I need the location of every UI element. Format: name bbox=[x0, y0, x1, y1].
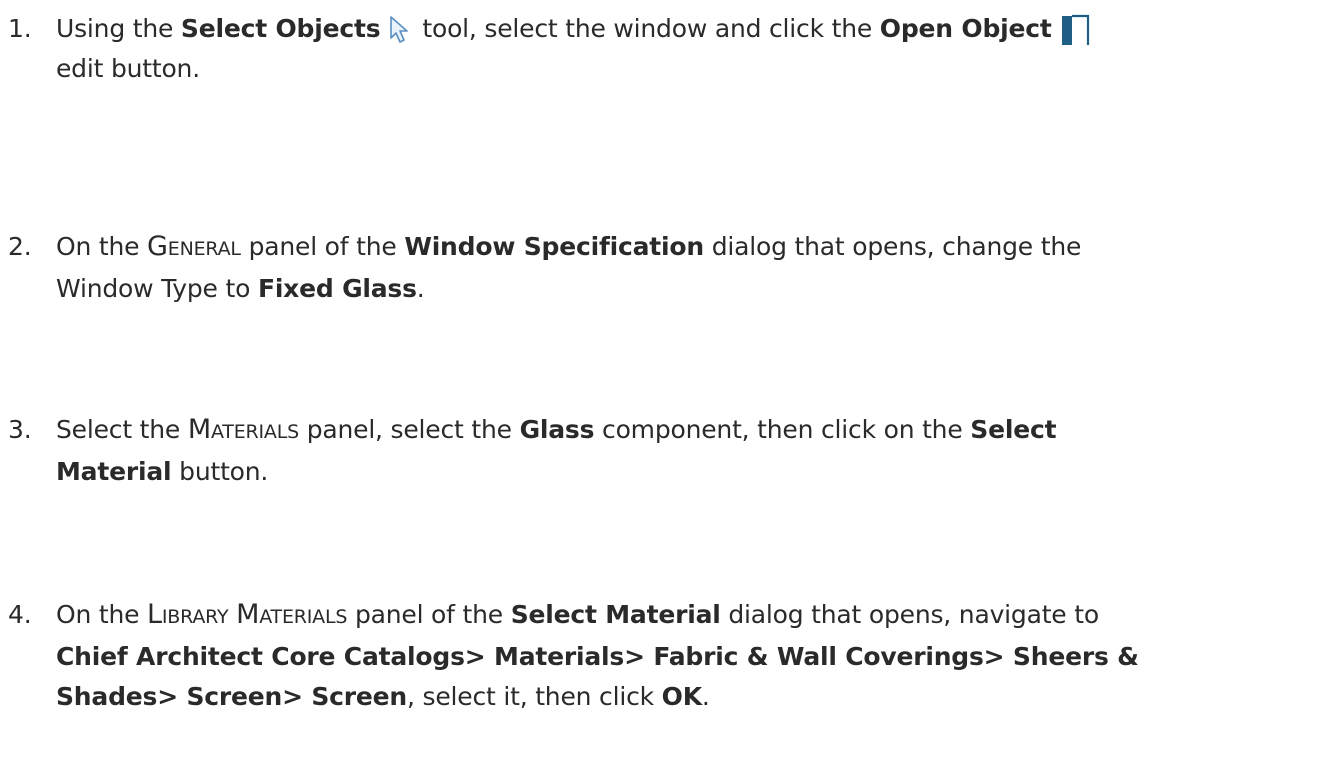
panel-name-rest: IBRARY bbox=[161, 606, 229, 628]
step-text-segment: component, then click on the bbox=[594, 415, 971, 444]
step-text-segment: On the bbox=[56, 232, 148, 261]
dialog-name: Select Material bbox=[510, 600, 721, 629]
step-number: 4. bbox=[8, 600, 32, 629]
step-text-segment: panel, select the bbox=[298, 415, 520, 444]
open-object-door-icon bbox=[1058, 13, 1092, 47]
step-text-segment: panel of the bbox=[347, 600, 511, 629]
step-number: 3. bbox=[8, 415, 32, 444]
step-text-segment: Select the bbox=[56, 415, 188, 444]
step-number: 1. bbox=[8, 14, 32, 43]
step-text-segment: . bbox=[416, 274, 425, 303]
step-text-segment: . bbox=[701, 682, 710, 711]
button-name: Select bbox=[970, 415, 1057, 444]
step-number: 2. bbox=[8, 232, 32, 261]
step-text-segment: tool, select the window and click the bbox=[422, 14, 873, 43]
step-text-segment: Window Type to bbox=[56, 274, 258, 303]
ok-button-name: OK bbox=[661, 682, 702, 711]
window-type-value: Fixed Glass bbox=[257, 274, 417, 303]
panel-name-initial: M bbox=[236, 599, 260, 630]
panel-name-rest: ENERAL bbox=[167, 238, 241, 260]
dialog-name: Window Specification bbox=[404, 232, 704, 261]
step-text-segment: Using the bbox=[56, 14, 181, 43]
open-object-label: Open Object bbox=[879, 14, 1052, 43]
step-text-segment: On the bbox=[56, 600, 148, 629]
step-text: On the GENERAL panel of the Window Speci… bbox=[56, 227, 1296, 309]
instruction-steps: 1. Using the Select Objects tool, select … bbox=[0, 0, 1322, 760]
step-text-segment: dialog that opens, navigate to bbox=[720, 600, 1099, 629]
step-text-segment: button. bbox=[171, 457, 269, 486]
panel-name-initial: M bbox=[187, 414, 211, 445]
select-objects-label: Select Objects bbox=[180, 14, 381, 43]
library-path: Chief Architect Core Catalogs> Materials… bbox=[56, 642, 1139, 671]
panel-name-rest: ATERIALS bbox=[259, 606, 348, 628]
step-text-segment: , select it, then click bbox=[407, 682, 662, 711]
select-objects-arrow-icon bbox=[386, 14, 416, 46]
step-text-segment: panel of the bbox=[240, 232, 405, 261]
component-name: Glass bbox=[519, 415, 595, 444]
step-text: Select the MATERIALS panel, select the G… bbox=[56, 410, 1296, 492]
panel-name-rest: ATERIALS bbox=[210, 421, 299, 443]
panel-name-initial: L bbox=[147, 599, 162, 630]
step-text-segment: dialog that opens, change the bbox=[704, 232, 1082, 261]
step-text: On the LIBRARY MATERIALS panel of the Se… bbox=[56, 595, 1296, 717]
button-name: Material bbox=[56, 457, 172, 486]
panel-name-initial: G bbox=[147, 231, 168, 262]
step-text-segment: edit button. bbox=[56, 54, 200, 83]
library-path: Shades> Screen> Screen bbox=[56, 682, 408, 711]
step-text: Using the Select Objects tool, select the… bbox=[56, 9, 1296, 89]
